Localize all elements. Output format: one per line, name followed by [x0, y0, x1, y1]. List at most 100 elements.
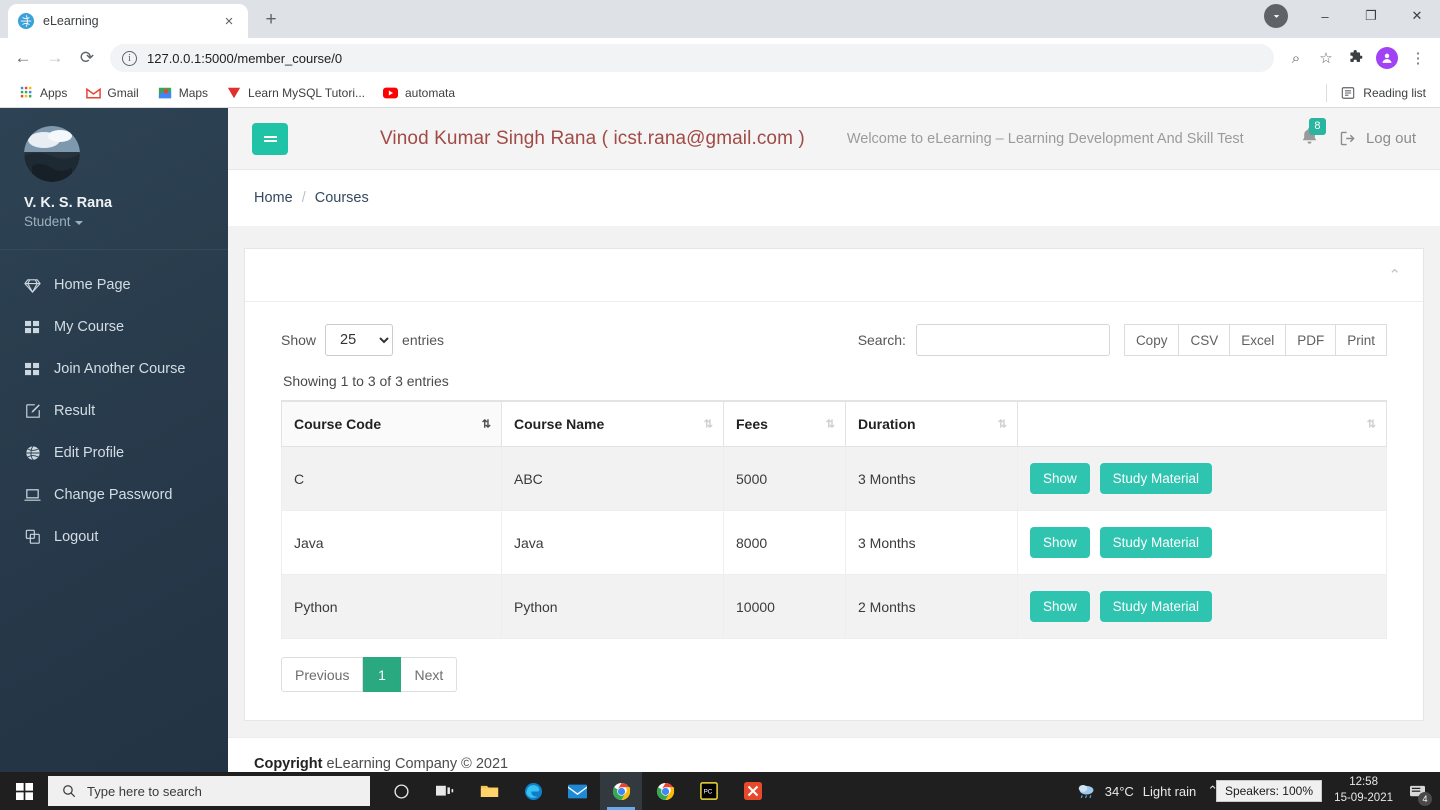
notifications-button[interactable]: 8 [1300, 117, 1326, 152]
search-input[interactable] [915, 324, 1110, 356]
browser-window: eLearning × + – ❐ ✕ ← → ⟳ i 127.0.0.1:50… [0, 0, 1440, 810]
sidebar-item-edit-profile[interactable]: Edit Profile [0, 432, 228, 474]
sidebar-item-result[interactable]: Result [0, 390, 228, 432]
card-body: Show 25 entries Search: Copy CSV Excel P… [245, 302, 1423, 720]
maps-icon [157, 85, 173, 101]
edge-icon[interactable] [512, 772, 554, 810]
pdf-button[interactable]: PDF [1286, 324, 1337, 356]
pagination: Previous 1 Next [281, 657, 1387, 692]
bookmark-maps[interactable]: Maps [149, 82, 216, 104]
column-header-fees[interactable]: Fees ⇅ [723, 400, 846, 447]
column-header-actions[interactable]: ⇅ [1017, 400, 1387, 447]
sidebar-item-logout[interactable]: Logout [0, 516, 228, 558]
sidebar-nav: Home Page My Course Join Another Course [0, 250, 228, 558]
sidebar: V. K. S. Rana Student Home Page My Cours… [0, 108, 228, 790]
taskbar-search[interactable]: Type here to search [48, 776, 370, 806]
bookmark-label: automata [404, 85, 456, 100]
taskbar-clock[interactable]: 12:58 15-09-2021 [1334, 775, 1393, 806]
breadcrumb-separator: / [301, 190, 306, 206]
column-header-course-name[interactable]: Course Name ⇅ [501, 400, 724, 447]
bookmark-apps[interactable]: Apps [10, 82, 75, 104]
copy-button[interactable]: Copy [1123, 324, 1180, 356]
study-material-button[interactable]: Study Material [1099, 463, 1212, 494]
sidebar-user-name: V. K. S. Rana [24, 195, 113, 211]
browser-tab[interactable]: eLearning × [8, 4, 248, 38]
sidebar-user-role[interactable]: Student [24, 214, 228, 229]
sidebar-item-home-page[interactable]: Home Page [0, 264, 228, 306]
breadcrumb-current: Courses [314, 190, 369, 206]
print-button[interactable]: Print [1336, 324, 1387, 356]
show-button[interactable]: Show [1030, 591, 1090, 622]
collapse-chevron-up-icon[interactable]: ⌃ [1388, 266, 1401, 284]
show-button[interactable]: Show [1030, 463, 1090, 494]
xampp-icon[interactable] [732, 772, 774, 810]
column-header-duration[interactable]: Duration ⇅ [845, 400, 1018, 447]
cortana-icon[interactable] [380, 772, 422, 810]
youtube-icon [383, 85, 399, 101]
column-label: Course Code [294, 416, 382, 432]
close-window-button[interactable]: ✕ [1394, 0, 1440, 32]
new-tab-button[interactable]: + [256, 5, 286, 35]
zoom-icon[interactable]: ⌕ [1282, 44, 1310, 72]
breadcrumb-home[interactable]: Home [254, 190, 293, 206]
column-header-course-code[interactable]: Course Code ⇅ [281, 400, 502, 447]
cell-course-name: ABC [501, 446, 724, 511]
page-length-select[interactable]: 25 [325, 324, 394, 356]
sidebar-profile: V. K. S. Rana Student [0, 108, 228, 251]
chevron-down-icon [74, 220, 83, 225]
bookmark-gmail[interactable]: Gmail [77, 82, 146, 104]
forward-icon[interactable]: → [40, 43, 70, 73]
main-column: Vinod Kumar Singh Rana ( icst.rana@gmail… [228, 108, 1440, 790]
notification-badge: 8 [1308, 117, 1326, 135]
action-center-button[interactable]: 4 [1404, 778, 1432, 806]
copy-icon [24, 529, 41, 546]
show-button[interactable]: Show [1030, 527, 1090, 558]
sort-icon: ⇅ [997, 418, 1007, 431]
export-button-group: Copy CSV Excel PDF Print [1123, 324, 1387, 356]
extensions-puzzle-icon[interactable] [1342, 44, 1370, 72]
back-icon[interactable]: ← [8, 43, 38, 73]
reload-icon[interactable]: ⟳ [72, 43, 102, 73]
pagination-previous[interactable]: Previous [281, 657, 364, 692]
reading-list-area: Reading list [1326, 83, 1430, 102]
laptop-icon [24, 487, 41, 504]
minimize-button[interactable]: – [1302, 0, 1348, 32]
sidebar-item-my-course[interactable]: My Course [0, 306, 228, 348]
task-view-icon[interactable] [424, 772, 466, 810]
logout-button[interactable]: Log out [1340, 130, 1422, 147]
profile-avatar-icon[interactable] [1376, 47, 1398, 69]
study-material-button[interactable]: Study Material [1099, 591, 1212, 622]
address-bar[interactable]: i 127.0.0.1:5000/member_course/0 [110, 44, 1274, 72]
chrome-window-icon[interactable] [600, 772, 642, 810]
sort-icon: ⇅ [703, 418, 713, 431]
file-explorer-icon[interactable] [468, 772, 510, 810]
study-material-button[interactable]: Study Material [1099, 527, 1212, 558]
maximize-button[interactable]: ❐ [1348, 0, 1394, 32]
close-icon[interactable]: × [220, 12, 238, 30]
start-button[interactable] [0, 772, 48, 810]
sidebar-toggle-button[interactable] [252, 122, 288, 155]
pagination-page-1[interactable]: 1 [363, 657, 402, 692]
bookmark-star-icon[interactable]: ☆ [1312, 44, 1340, 72]
chrome-icon-2[interactable] [644, 772, 686, 810]
bookmark-automata[interactable]: automata [375, 82, 463, 104]
chrome-menu-icon[interactable]: ⋮ [1404, 44, 1432, 72]
search-label: Search: [857, 332, 906, 348]
sidebar-item-change-password[interactable]: Change Password [0, 474, 228, 516]
datatable-controls: Show 25 entries Search: Copy CSV Excel P… [281, 324, 1387, 356]
pagination-next[interactable]: Next [401, 657, 458, 692]
csv-button[interactable]: CSV [1179, 324, 1231, 356]
datatable-right-controls: Search: Copy CSV Excel PDF Print [858, 324, 1387, 356]
reading-list-label[interactable]: Reading list [1363, 86, 1426, 100]
chrome-profile-icon[interactable] [1264, 4, 1288, 28]
sidebar-item-join-another-course[interactable]: Join Another Course [0, 348, 228, 390]
pycharm-icon[interactable]: PC [688, 772, 730, 810]
bookmark-mysql-tutorial[interactable]: Learn MySQL Tutori... [218, 82, 373, 104]
url-text: 127.0.0.1:5000/member_course/0 [147, 50, 343, 66]
weather-widget[interactable]: 34°C Light rain [1077, 783, 1196, 799]
excel-button[interactable]: Excel [1230, 324, 1287, 356]
sort-icon: ⇅ [1366, 418, 1376, 431]
site-info-icon[interactable]: i [122, 50, 137, 66]
mail-icon[interactable] [556, 772, 598, 810]
cell-course-code: Java [281, 510, 502, 575]
